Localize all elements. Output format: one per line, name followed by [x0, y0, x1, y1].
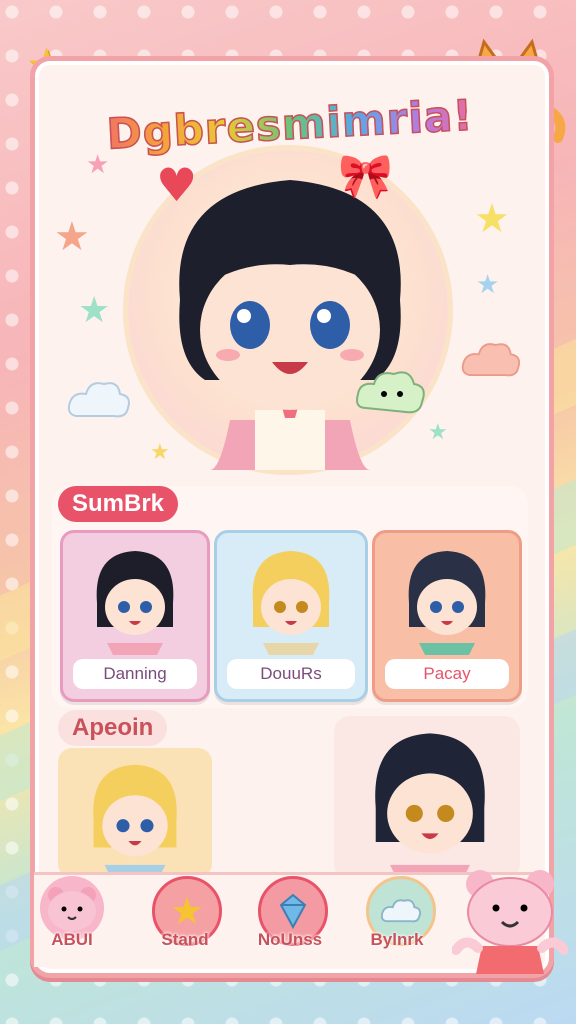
bear-mascot-icon — [452, 870, 568, 974]
character-portrait — [375, 733, 485, 880]
heart-icon: ♥ — [156, 158, 198, 212]
character-card-danning[interactable]: Danning — [60, 530, 210, 702]
bow-icon: 🎀 — [338, 151, 393, 202]
cloud-icon — [67, 382, 130, 418]
star-icon: ★ — [54, 214, 90, 260]
star-icon: ★ — [86, 150, 110, 180]
character-portrait — [408, 551, 486, 655]
star-icon: ★ — [169, 889, 205, 933]
star-icon: ★ — [150, 440, 170, 465]
nav-label-bylnrk: Bylnrk — [370, 930, 424, 949]
card-label: Danning — [73, 659, 197, 689]
cloud-icon — [380, 899, 422, 923]
nav-label-stand: Stand — [161, 930, 209, 949]
cloud-icon — [461, 343, 521, 377]
gem-icon — [279, 893, 307, 930]
star-icon: ★ — [428, 420, 448, 445]
character-portrait — [93, 764, 177, 878]
card-label: DouuRs — [227, 659, 355, 689]
character-portrait — [96, 551, 174, 655]
character-card-douurs[interactable]: DouuRs — [214, 530, 368, 702]
character-card-dark-hair[interactable] — [334, 716, 520, 880]
character-portrait — [252, 551, 330, 655]
cloud-pet-icon — [356, 371, 425, 414]
card-label: Pacay — [385, 659, 509, 689]
star-icon: ★ — [474, 196, 510, 242]
character-card-blonde[interactable] — [58, 748, 212, 878]
bear-icon — [48, 887, 96, 931]
nav-label-abui: ABUI — [51, 930, 93, 949]
star-icon: ★ — [78, 290, 111, 331]
section-title-sumbrk: SumBrk — [58, 486, 179, 522]
star-icon: ★ — [476, 270, 500, 300]
character-card-pacay[interactable]: Pacay — [372, 530, 522, 702]
section-title-apeoin: Apeoin — [58, 710, 168, 746]
nav-label-nounss: NoUnss — [257, 930, 323, 949]
